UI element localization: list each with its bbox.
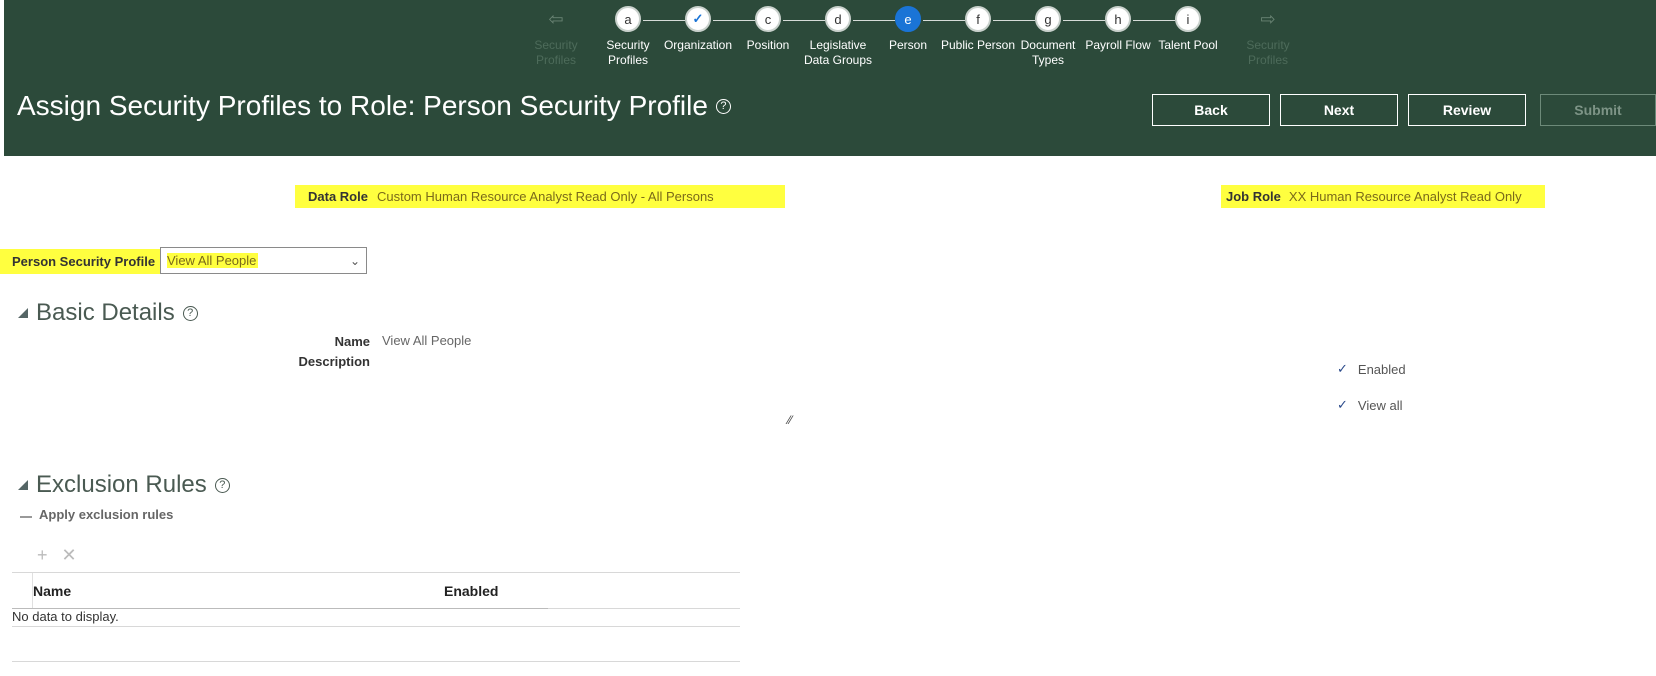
enabled-text: Enabled [1357, 361, 1406, 377]
table-toolbar: + ✕ [37, 545, 77, 566]
back-button[interactable]: Back [1152, 94, 1270, 126]
name-label-text: Name [334, 334, 370, 349]
data-role-row: Data Role Custom Human Resource Analyst … [295, 185, 785, 208]
train-stop-legislative-data-groups[interactable]: d Legislative Data Groups [798, 6, 878, 68]
train-stop-label: Security Profiles [606, 38, 650, 67]
basic-details-title: Basic Details [36, 299, 175, 326]
next-arrow-icon[interactable]: ⇨ [1255, 6, 1281, 32]
job-role-value: XX Human Resource Analyst Read Only [1288, 189, 1522, 204]
exclusion-rules-title: Exclusion Rules [36, 471, 207, 498]
train-stop-circle[interactable]: f [965, 6, 991, 32]
empty-table-message: No data to display. [12, 609, 119, 624]
apply-exclusion-rules-label: Apply exclusion rules [39, 507, 174, 522]
page-header: ⇦ Security Profiles a Security Profiles … [4, 0, 1656, 156]
train-stop-position[interactable]: c Position [728, 6, 808, 53]
data-role-value: Custom Human Resource Analyst Read Only … [376, 189, 714, 204]
submit-button[interactable]: Submit [1540, 94, 1656, 126]
help-icon[interactable]: ? [214, 477, 230, 493]
description-textarea[interactable]: ⁄⁄ [382, 353, 792, 427]
train-stop-label: Position [746, 38, 790, 52]
train-next-stop[interactable]: ⇨ Security Profiles [1228, 6, 1308, 68]
description-label: Description [200, 353, 370, 371]
job-role-row: Job Role XX Human Resource Analyst Read … [1221, 185, 1545, 208]
train-stop-person[interactable]: e Person [868, 6, 948, 53]
checkmark-icon: ✓ [1337, 397, 1348, 412]
train-prev-stop[interactable]: ⇦ Security Profiles [516, 6, 596, 68]
page-title: Assign Security Profiles to Role: Person… [17, 90, 731, 122]
train-stop-public-person[interactable]: f Public Person [938, 6, 1018, 53]
train-stop-label: Public Person [940, 38, 1016, 52]
description-label-text: Description [298, 354, 370, 369]
checkmark-icon[interactable]: ✓ [685, 6, 711, 32]
basic-details-section-header[interactable]: Basic Details ? [18, 299, 198, 327]
train-stop-circle[interactable]: c [755, 6, 781, 32]
job-role-label: Job Role [1226, 189, 1281, 204]
train-stop-circle[interactable]: d [825, 6, 851, 32]
column-header-name[interactable]: Name [33, 583, 71, 599]
x-icon[interactable]: ✕ [62, 545, 77, 566]
train-stop-security-profiles[interactable]: a Security Profiles [588, 6, 668, 68]
train-stop-label: Document Types [1020, 38, 1076, 67]
train-stop-talent-pool[interactable]: i Talent Pool [1148, 6, 1228, 53]
train-stop-label: Person [888, 38, 928, 52]
train-navigation: ⇦ Security Profiles a Security Profiles … [4, 0, 1656, 80]
exclusion-rules-section-header[interactable]: Exclusion Rules ? [18, 471, 230, 499]
train-stop-circle[interactable]: g [1035, 6, 1061, 32]
dash-icon [20, 515, 32, 518]
collapse-triangle-icon[interactable] [18, 308, 28, 318]
data-role-label: Data Role [308, 189, 368, 204]
person-security-profile-select[interactable]: View All People ⌄ [160, 247, 367, 274]
previous-arrow-icon[interactable]: ⇦ [543, 6, 569, 32]
collapse-triangle-icon[interactable] [18, 480, 28, 490]
view-all-text: View all [1357, 397, 1403, 413]
profile-label-wrap: Person Security Profile [0, 249, 160, 274]
train-stop-label: Legislative Data Groups [803, 38, 873, 67]
exclusion-rules-table-header: Name Enabled [12, 572, 740, 609]
checkmark-icon: ✓ [1337, 361, 1348, 376]
review-button[interactable]: Review [1408, 94, 1526, 126]
table-bottom-border [12, 661, 740, 662]
column-header-enabled[interactable]: Enabled [444, 583, 498, 599]
help-icon[interactable]: ? [182, 305, 198, 321]
train-stop-organization[interactable]: ✓ Organization [658, 6, 738, 53]
help-icon[interactable]: ? [715, 98, 731, 114]
chevron-down-icon[interactable]: ⌄ [350, 254, 360, 268]
next-button[interactable]: Next [1280, 94, 1398, 126]
apply-exclusion-rules-row: Apply exclusion rules [20, 507, 173, 522]
page-title-text: Assign Security Profiles to Role: Person… [17, 90, 708, 121]
train-stop-label: Talent Pool [1158, 38, 1218, 52]
train-next-label: Security Profiles [1246, 38, 1290, 67]
train-stop-document-types[interactable]: g Document Types [1008, 6, 1088, 68]
table-divider [12, 626, 740, 627]
person-security-profile-value: View All People [167, 253, 259, 268]
train-prev-label: Security Profiles [534, 38, 578, 67]
train-stop-label: Organization [663, 38, 733, 52]
train-stop-circle[interactable]: i [1175, 6, 1201, 32]
plus-icon[interactable]: + [37, 545, 48, 566]
person-security-profile-label: Person Security Profile [12, 254, 156, 269]
enabled-indicator: ✓ Enabled [1337, 361, 1406, 377]
train-stop-circle-current[interactable]: e [895, 6, 921, 32]
train-stop-label: Payroll Flow [1085, 38, 1151, 52]
name-label: Name [200, 333, 370, 351]
resize-handle-icon[interactable]: ⁄⁄ [788, 413, 792, 427]
name-value: View All People [382, 333, 472, 348]
train-stop-circle[interactable]: a [615, 6, 641, 32]
train-stop-payroll-flow[interactable]: h Payroll Flow [1078, 6, 1158, 53]
row-selector-column [12, 573, 33, 608]
view-all-indicator: ✓ View all [1337, 397, 1402, 413]
train-stop-circle[interactable]: h [1105, 6, 1131, 32]
